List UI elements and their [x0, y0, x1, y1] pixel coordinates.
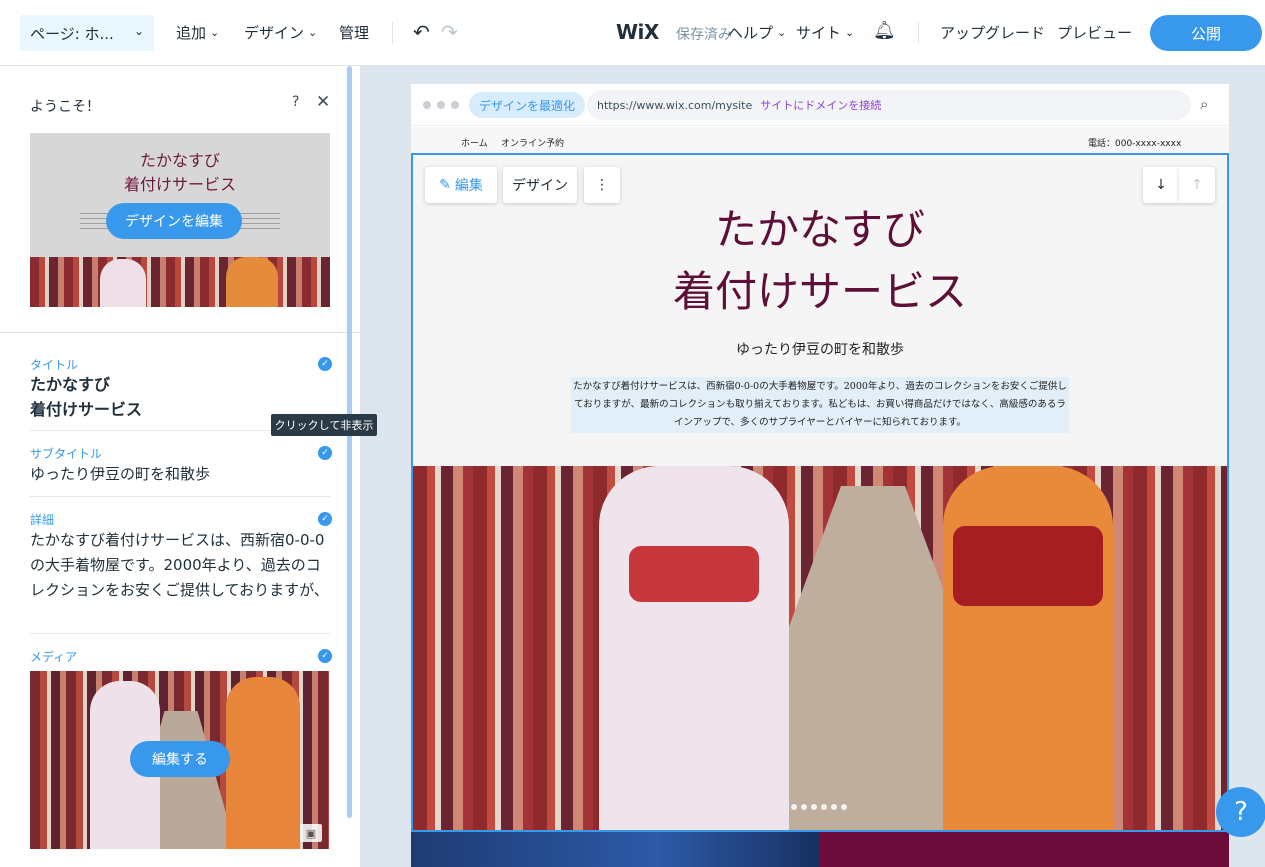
- kimono-figure: [226, 677, 300, 849]
- close-icon[interactable]: ✕: [316, 92, 330, 112]
- panel-scrollbar[interactable]: [347, 66, 352, 818]
- menu-add-label: 追加: [176, 24, 207, 42]
- kimono-figure: [599, 466, 789, 830]
- section-edit-button[interactable]: ✎ 編集: [425, 167, 497, 203]
- hero-title[interactable]: たかなすび 着付けサービス: [413, 199, 1227, 323]
- kimono-figure: [226, 257, 278, 307]
- media-icon[interactable]: ▣: [300, 824, 322, 842]
- menu-site-label: サイト: [796, 24, 842, 42]
- field-subtitle-value[interactable]: ゆったり伊豆の町を和散歩: [30, 462, 330, 487]
- redo-icon[interactable]: ↷: [441, 20, 458, 44]
- field-detail-value[interactable]: たかなすび着付けサービスは、西新宿0-0-0の大手着物屋です。2000年より、過…: [30, 528, 330, 606]
- field-detail-label: 詳細: [30, 513, 55, 527]
- pencil-icon: ✎: [439, 177, 451, 193]
- preview-link[interactable]: プレビュー: [1057, 22, 1132, 43]
- menu-manage[interactable]: 管理: [339, 22, 369, 43]
- check-icon[interactable]: ✓: [318, 649, 332, 663]
- slide-dot[interactable]: [811, 804, 817, 810]
- kimono-figure: [100, 259, 146, 307]
- menu-design[interactable]: デザイン ⌄: [244, 22, 317, 43]
- nav-booking[interactable]: オンライン予約: [501, 136, 564, 149]
- help-icon[interactable]: ?: [292, 94, 299, 110]
- check-icon[interactable]: ✓: [318, 446, 332, 460]
- nav-phone: 電話：000-xxxx-xxxx: [1088, 139, 1182, 149]
- slide-dot[interactable]: [831, 804, 837, 810]
- menu-add[interactable]: 追加 ⌄: [176, 22, 219, 43]
- obi: [953, 526, 1103, 606]
- site-url: https://www.wix.com/mysite: [597, 98, 753, 112]
- divider: [0, 332, 360, 333]
- kimono-figure: [943, 466, 1113, 830]
- menu-manage-label: 管理: [339, 24, 370, 42]
- wix-logo: WiX: [616, 20, 659, 44]
- hero-subtitle[interactable]: ゆったり伊豆の町を和散歩: [413, 339, 1227, 359]
- menu-help-label: ヘルプ: [728, 24, 774, 42]
- menu-help[interactable]: ヘルプ ⌄: [728, 22, 786, 43]
- url-bar: https://www.wix.com/mysite サイトにドメインを接続: [587, 90, 1191, 120]
- save-status-label: 保存済み: [676, 27, 732, 43]
- field-media-label: メディア: [30, 650, 78, 664]
- preview-image: [30, 257, 330, 307]
- slide-dot[interactable]: [801, 804, 807, 810]
- site-preview-thumbnail: たかなすび 着付けサービス デザインを編集: [30, 133, 330, 307]
- preview-title: たかなすび 着付けサービス: [123, 151, 236, 194]
- slide-dot[interactable]: [791, 804, 797, 810]
- hero-description[interactable]: たかなすび着付けサービスは、西新宿0-0-0の大手着物屋です。2000年より、過…: [571, 377, 1069, 433]
- divider: [30, 633, 330, 634]
- welcome-panel: ようこそ！ ? ✕ たかなすび 着付けサービス デザインを編集 タイトル ✓ た…: [0, 66, 360, 867]
- menu-site[interactable]: サイト ⌄: [796, 22, 854, 43]
- media-thumbnail[interactable]: 編集する: [30, 671, 329, 849]
- panel-title: ようこそ！: [30, 99, 100, 115]
- edit-design-button[interactable]: デザインを編集: [106, 203, 242, 239]
- browser-bar: デザインを最適化 https://www.wix.com/mysite サイトに…: [411, 84, 1229, 126]
- divider: [30, 496, 330, 497]
- publish-button[interactable]: 公開: [1150, 15, 1262, 51]
- slide-dot[interactable]: [841, 804, 847, 810]
- next-section-image: [411, 832, 820, 867]
- window-dot: [437, 101, 445, 109]
- next-section-block: [820, 832, 1229, 867]
- hide-tooltip: クリックして非表示: [271, 414, 377, 436]
- preview-label: プレビュー: [1057, 24, 1133, 42]
- undo-icon[interactable]: ↶: [413, 20, 430, 44]
- window-dot: [451, 101, 459, 109]
- slide-dot[interactable]: [821, 804, 827, 810]
- chevron-down-icon: ⌄: [777, 26, 787, 39]
- connect-domain-link[interactable]: サイトにドメインを接続: [760, 97, 881, 113]
- obi: [629, 546, 759, 602]
- move-up-icon[interactable]: ↑: [1179, 167, 1215, 203]
- page-selector-label: ページ: ホ...: [30, 24, 114, 43]
- hero-section[interactable]: ✎ 編集 デザイン ⋮ ↓ ↑ たかなすび 着付けサービス ゆったり伊豆の町を和…: [411, 153, 1229, 832]
- page-selector[interactable]: ページ: ホ... ⌄: [20, 15, 154, 51]
- menu-design-label: デザイン: [244, 24, 305, 42]
- section-edit-label: 編集: [454, 178, 483, 194]
- chevron-down-icon: ⌄: [308, 26, 318, 39]
- hero-image[interactable]: [413, 466, 1227, 830]
- media-edit-button[interactable]: 編集する: [130, 741, 230, 777]
- divider: [392, 22, 393, 44]
- save-status: 保存済み: [676, 24, 732, 44]
- top-bar: ページ: ホ... ⌄ 追加 ⌄ デザイン ⌄ 管理 ↶ ↷ WiX 保存済み …: [0, 0, 1265, 66]
- more-options-icon[interactable]: ⋮: [584, 167, 620, 203]
- field-subtitle-label: サブタイトル: [30, 447, 103, 461]
- chevron-down-icon: ⌄: [210, 26, 220, 39]
- section-design-button[interactable]: デザイン: [503, 167, 577, 203]
- chevron-down-icon: ⌄: [133, 24, 144, 38]
- upgrade-link[interactable]: アップグレード: [940, 22, 1045, 43]
- divider: [918, 22, 919, 44]
- check-icon[interactable]: ✓: [318, 512, 332, 526]
- chevron-down-icon: ⌄: [845, 26, 855, 39]
- bell-icon[interactable]: 🔔︎: [873, 20, 896, 41]
- field-title-label: タイトル: [30, 358, 79, 372]
- window-dot: [423, 101, 431, 109]
- slideshow-dots[interactable]: [791, 804, 847, 810]
- nav-home[interactable]: ホーム: [461, 136, 488, 149]
- optimize-design-button[interactable]: デザインを最適化: [469, 92, 586, 118]
- zoom-icon[interactable]: ⌕: [1200, 95, 1208, 113]
- move-down-icon[interactable]: ↓: [1143, 167, 1179, 203]
- upgrade-label: アップグレード: [940, 24, 1046, 42]
- check-icon[interactable]: ✓: [318, 357, 332, 371]
- help-bubble-button[interactable]: ?: [1216, 787, 1265, 837]
- site-nav: ホーム オンライン予約 電話：000-xxxx-xxxx: [411, 127, 1229, 153]
